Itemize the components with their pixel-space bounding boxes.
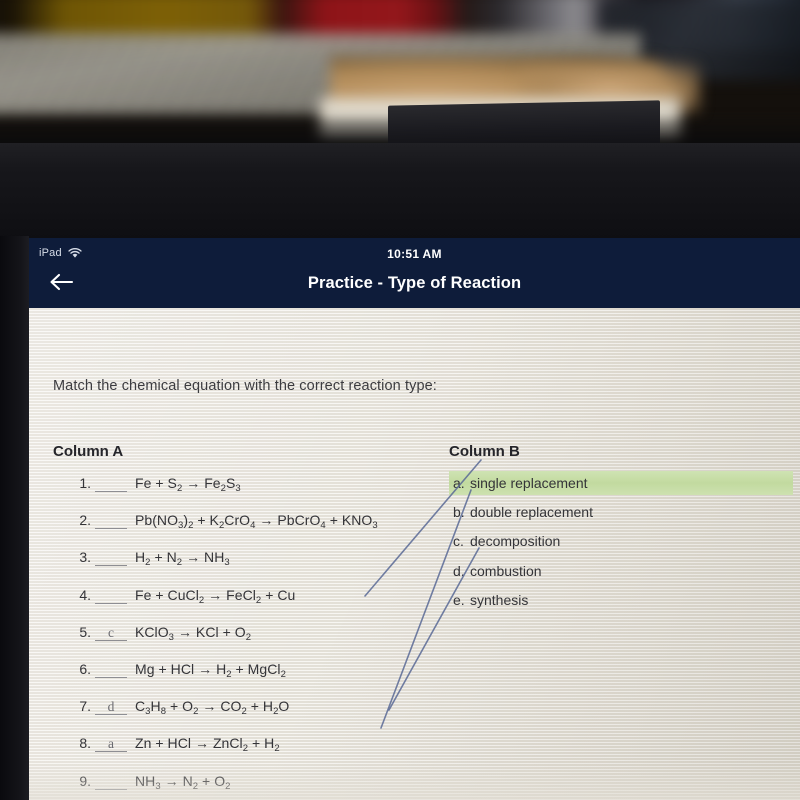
reaction-type-option[interactable]: c. decomposition bbox=[449, 529, 560, 553]
option-label: synthesis bbox=[470, 591, 529, 608]
screenshot-root: iPad 10:51 AM Practice - Type of Reactio… bbox=[0, 0, 800, 800]
question-number: 1. bbox=[79, 475, 91, 491]
chemical-equation: Fe + CuCl2 → FeCl2 + Cu bbox=[135, 586, 296, 606]
column-b-header: Column B bbox=[449, 443, 520, 460]
instructions-text: Match the chemical equation with the cor… bbox=[53, 378, 437, 394]
question-number: 7. bbox=[79, 698, 91, 715]
answer-blank[interactable] bbox=[95, 662, 127, 678]
reaction-type-option[interactable]: b. double replacement bbox=[449, 500, 593, 524]
question-row: 1. Fe + S2 → Fe2S3 bbox=[63, 475, 241, 501]
answer-blank[interactable]: d bbox=[95, 699, 127, 716]
chemical-equation: Fe + S2 → Fe2S3 bbox=[135, 475, 241, 494]
page-title: Practice - Type of Reaction bbox=[307, 274, 522, 292]
chemical-equation: H2 + N2 → NH3 bbox=[135, 549, 230, 569]
option-label: double replacement bbox=[470, 504, 593, 521]
option-letter: d. bbox=[453, 562, 465, 579]
answer-blank[interactable] bbox=[95, 588, 127, 604]
question-number: 8. bbox=[79, 735, 91, 752]
option-letter: c. bbox=[453, 533, 464, 550]
question-row: 3. H2 + N2 → NH3 bbox=[63, 549, 230, 575]
sheet-bottom-fade bbox=[29, 760, 800, 800]
chemical-equation: KClO3 → KCl + O2 bbox=[135, 623, 252, 643]
question-row: 6. Mg + HCl → H2 + MgCl2 bbox=[63, 661, 286, 687]
chemical-equation: Pb(NO3)2 + K2CrO4 → PbCrO4 + KNO3 bbox=[135, 512, 378, 532]
navigation-bar: iPad 10:51 AM Practice - Type of Reactio… bbox=[29, 238, 800, 308]
question-number: 2. bbox=[79, 512, 91, 529]
option-label: combustion bbox=[470, 562, 542, 579]
reaction-type-option[interactable]: d. combustion bbox=[449, 559, 542, 583]
reaction-type-option[interactable]: e. synthesis bbox=[449, 588, 528, 612]
question-row: 5. c KClO3 → KCl + O2 bbox=[63, 624, 251, 650]
status-bar-clock: 10:51 AM bbox=[387, 247, 442, 261]
answer-blank[interactable] bbox=[95, 550, 127, 567]
device-top-bezel bbox=[0, 143, 800, 240]
chemical-equation: C3H8 + O2 → CO2 + H2O bbox=[135, 698, 290, 718]
question-number: 5. bbox=[79, 623, 91, 640]
device-left-bezel bbox=[0, 236, 29, 800]
question-row: 4. Fe + CuCl2 → FeCl2 + Cu bbox=[63, 587, 295, 613]
question-row: 2. Pb(NO3)2 + K2CrO4 → PbCrO4 + KNO3 bbox=[63, 512, 378, 538]
answer-blank[interactable]: a bbox=[95, 736, 127, 753]
question-row: 7. d C3H8 + O2 → CO2 + H2O bbox=[63, 698, 289, 724]
chemical-equation: Mg + HCl → H2 + MgCl2 bbox=[135, 661, 286, 680]
question-number: 6. bbox=[79, 661, 91, 677]
question-number: 3. bbox=[79, 549, 91, 566]
answer-blank[interactable] bbox=[95, 513, 127, 530]
option-letter: e. bbox=[453, 591, 465, 608]
option-letter: b. bbox=[453, 504, 465, 521]
ipad-screen: iPad 10:51 AM Practice - Type of Reactio… bbox=[29, 238, 800, 800]
worksheet-sheet: Match the chemical equation with the cor… bbox=[29, 308, 800, 800]
answer-blank[interactable]: c bbox=[95, 625, 127, 641]
question-row: 8. a Zn + HCl → ZnCl2 + H2 bbox=[63, 735, 280, 761]
answer-blank[interactable] bbox=[95, 476, 127, 492]
reaction-type-option[interactable]: a. single replacement bbox=[449, 471, 793, 495]
option-letter: a. bbox=[453, 475, 465, 491]
option-label: decomposition bbox=[470, 533, 561, 550]
column-a-header: Column A bbox=[53, 443, 124, 460]
option-label: single replacement bbox=[470, 475, 588, 491]
chemical-equation: Zn + HCl → ZnCl2 + H2 bbox=[135, 735, 280, 755]
question-number: 4. bbox=[79, 586, 91, 603]
